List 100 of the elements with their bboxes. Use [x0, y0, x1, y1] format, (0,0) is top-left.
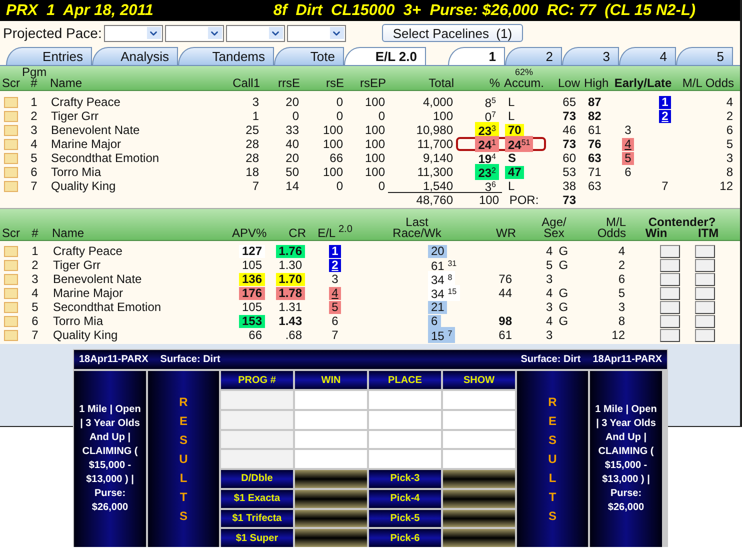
table-cell: 24$^{51}$ — [505, 136, 534, 152]
view-tab[interactable]: Tandems — [178, 47, 274, 65]
table-cell-text: 63 — [587, 152, 602, 165]
view-tab[interactable]: Entries — [6, 47, 92, 65]
win-checkbox[interactable] — [660, 272, 680, 286]
race-tab[interactable]: 2 — [505, 47, 562, 65]
wager-label: Pick-5 — [369, 510, 441, 528]
table-cell: 100 — [478, 193, 499, 207]
table-cell: 100 — [322, 165, 343, 179]
results-header-text: 18Apr11-PARX — [592, 354, 662, 365]
table-cell: 7 — [252, 179, 259, 193]
scratch-checkbox[interactable] — [4, 111, 18, 122]
table-cell: POR: — [509, 193, 539, 207]
column-header: rsEP — [360, 76, 386, 90]
scratch-checkbox[interactable] — [4, 316, 18, 328]
scratch-checkbox[interactable] — [4, 167, 18, 178]
view-tab[interactable]: E/L 2.0 — [344, 47, 426, 65]
table-cell-text: 1.30 — [278, 259, 303, 272]
table-cell: Tiger Grr — [51, 109, 99, 123]
win-checkbox[interactable] — [660, 328, 680, 342]
race-tab[interactable]: 3 — [562, 47, 619, 65]
win-checkbox[interactable] — [660, 258, 680, 272]
win-checkbox[interactable] — [660, 286, 680, 300]
view-tab[interactable]: Tote — [274, 47, 344, 65]
table-cell: G — [558, 258, 568, 272]
table-cell: Crafty Peace — [51, 95, 120, 109]
table-cell: 10,980 — [416, 123, 453, 137]
select-pacelines-button[interactable]: Select Pacelines (1) — [382, 24, 524, 42]
table-cell-text: 65 — [562, 96, 577, 109]
table-cell: 25 — [246, 123, 259, 137]
table-cell: 40 — [286, 137, 299, 151]
table-cell-text: 66 — [248, 329, 263, 342]
scratch-checkbox[interactable] — [4, 97, 18, 108]
table-cell: 100 — [364, 165, 385, 179]
race-tab[interactable]: 5 — [676, 47, 733, 65]
pace-dropdown[interactable] — [104, 24, 163, 42]
table-cell: 3 — [30, 123, 38, 137]
table-cell: 5 — [30, 151, 38, 165]
table-cell: 0 — [378, 179, 385, 193]
scratch-checkbox[interactable] — [4, 330, 18, 342]
column-header: SHOW — [443, 371, 515, 389]
pace-label: Projected Pace: — [3, 25, 102, 41]
scratch-checkbox[interactable] — [4, 181, 18, 192]
win-checkbox[interactable] — [660, 300, 680, 314]
scratch-checkbox[interactable] — [4, 139, 18, 150]
table-cell: 8 — [618, 314, 625, 328]
itm-checkbox[interactable] — [695, 258, 715, 272]
table-cell-text: 19$^{4}$ — [477, 151, 497, 166]
win-checkbox[interactable] — [660, 244, 680, 258]
column-header: Early/Late — [614, 76, 672, 90]
column-header: APV% — [232, 228, 267, 239]
race-tab[interactable]: 4 — [619, 47, 676, 65]
table-cell: 4 — [726, 95, 733, 109]
table-cell-text: 61 $^{31}$ — [430, 258, 458, 273]
result-cell — [443, 450, 515, 468]
table-cell: 3 — [546, 272, 553, 286]
scratch-checkbox[interactable] — [4, 274, 18, 286]
column-header: M/L Odds — [682, 76, 734, 90]
chevron-down-icon — [208, 27, 222, 39]
itm-checkbox[interactable] — [695, 286, 715, 300]
race-tab[interactable]: 1 — [448, 47, 505, 65]
table-cell: 0 — [336, 179, 343, 193]
scratch-checkbox[interactable] — [4, 246, 18, 258]
table-cell: 100 — [364, 123, 385, 137]
itm-checkbox[interactable] — [695, 314, 715, 328]
table-cell-text: 73 — [562, 110, 577, 123]
pace-dropdown[interactable] — [226, 24, 285, 42]
itm-checkbox[interactable] — [695, 328, 715, 342]
itm-checkbox[interactable] — [695, 272, 715, 286]
race-conditions: 8f Dirt CL15000 3+ Purse: $26,000 RC: 77 (CL 15 N2-L) — [273, 2, 696, 20]
table-cell: 4 — [546, 286, 553, 300]
view-tab[interactable]: Analysis — [92, 47, 178, 65]
table-cell-text: 53 — [562, 166, 577, 179]
result-cell — [221, 430, 293, 448]
table-cell-text: 105 — [240, 301, 263, 314]
table-cell: 100 — [322, 123, 343, 137]
result-cell — [295, 450, 367, 468]
scratch-checkbox[interactable] — [4, 288, 18, 300]
wager-label: D/Dble — [221, 470, 293, 488]
pace-dropdown[interactable] — [164, 24, 224, 42]
table-cell-text: 105 — [240, 259, 263, 272]
table-cell-text: 38 — [562, 180, 577, 193]
table-cell: 12 — [720, 179, 733, 193]
scratch-checkbox[interactable] — [4, 302, 18, 314]
table-cell-text: 71 — [587, 166, 602, 179]
table-cell: Benevolent Nate — [51, 123, 140, 137]
table-cell: 2 — [32, 258, 38, 272]
table-cell-text: 76 — [587, 138, 602, 151]
chevron-down-icon — [330, 27, 344, 39]
itm-checkbox[interactable] — [695, 300, 715, 314]
win-checkbox[interactable] — [660, 314, 680, 328]
scratch-checkbox[interactable] — [4, 260, 18, 272]
results-header-text: Surface: Dirt — [160, 354, 220, 365]
table-cell: 5 — [622, 152, 634, 165]
scratch-checkbox[interactable] — [4, 125, 18, 136]
itm-checkbox[interactable] — [695, 244, 715, 258]
results-label: RESULTS — [547, 394, 558, 524]
scratch-checkbox[interactable] — [4, 153, 18, 164]
pace-dropdown[interactable] — [286, 24, 346, 42]
table-cell: 100 — [364, 137, 385, 151]
